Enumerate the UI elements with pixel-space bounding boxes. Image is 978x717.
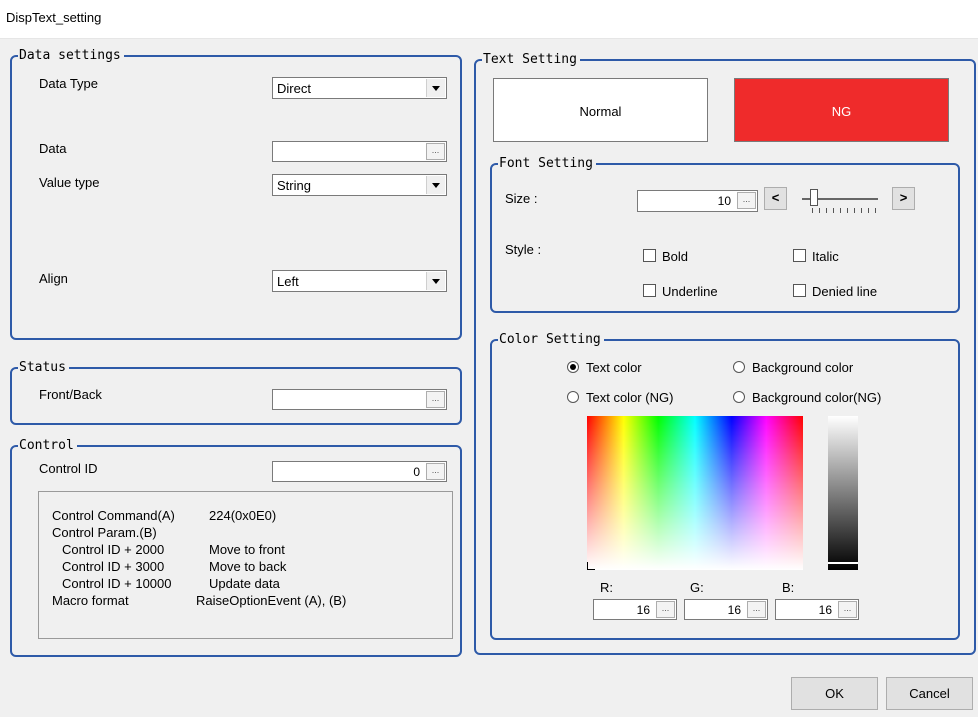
slider-ticks — [812, 208, 878, 213]
data-settings-legend: Data settings — [18, 48, 124, 64]
ellipsis-icon[interactable]: ... — [656, 601, 675, 618]
window-title: DispText_setting — [6, 10, 102, 25]
control-id-value: 0 — [413, 465, 420, 479]
radio-circle[interactable] — [733, 361, 745, 373]
normal-preview-label: Normal — [579, 104, 622, 119]
size-increase-button[interactable]: > — [892, 187, 915, 210]
control-id-label: Control ID — [39, 461, 98, 476]
r-label: R: — [600, 580, 613, 595]
font-setting-group: Font Setting — [490, 156, 960, 313]
chevron-down-icon[interactable] — [426, 176, 445, 194]
control-row-value: RaiseOptionEvent (A), (B) — [196, 593, 347, 608]
control-row-name: Control Param.(B) — [52, 525, 157, 540]
ellipsis-icon[interactable]: ... — [747, 601, 766, 618]
align-value: Left — [277, 274, 299, 289]
ng-preview[interactable]: NG — [734, 78, 949, 142]
radio-text-color-ng[interactable]: Text color (NG) — [567, 390, 673, 405]
data-type-value: Direct — [277, 81, 311, 96]
size-value: 10 — [717, 194, 731, 208]
control-row-name: Control ID + 3000 — [62, 559, 165, 574]
cancel-button[interactable]: Cancel — [886, 677, 973, 710]
color-setting-legend: Color Setting — [498, 332, 604, 348]
ok-button[interactable]: OK — [791, 677, 878, 710]
g-input[interactable]: 16 ... — [684, 599, 768, 620]
color-cursor — [587, 562, 595, 570]
radio-background-color-ng[interactable]: Background color(NG) — [733, 390, 881, 405]
data-type-label: Data Type — [39, 76, 99, 91]
data-input[interactable]: ... — [272, 141, 447, 162]
chevron-down-icon[interactable] — [426, 79, 445, 97]
g-label: G: — [690, 580, 704, 595]
size-input[interactable]: 10 ... — [637, 190, 758, 212]
control-row-value: Update data — [209, 576, 280, 591]
size-label: Size : — [505, 191, 538, 206]
radio-label: Background color(NG) — [752, 390, 882, 405]
radio-label: Text color — [586, 360, 642, 375]
slider-thumb[interactable] — [809, 189, 818, 206]
data-label: Data — [39, 141, 67, 156]
title-bar: DispText_setting — [0, 0, 978, 39]
checkbox-box[interactable] — [643, 284, 656, 297]
data-type-select[interactable]: Direct — [272, 77, 447, 99]
checkbox-box[interactable] — [643, 249, 656, 262]
control-row-value: Move to front — [209, 542, 285, 557]
color-spectrum-picker[interactable] — [587, 416, 803, 570]
denied-line-label: Denied line — [812, 284, 878, 299]
r-input[interactable]: 16 ... — [593, 599, 677, 620]
ellipsis-icon[interactable]: ... — [426, 391, 445, 408]
radio-circle[interactable] — [567, 391, 579, 403]
chevron-down-icon[interactable] — [426, 272, 445, 290]
radio-circle[interactable] — [733, 391, 745, 403]
control-row-name: Control ID + 2000 — [62, 542, 165, 557]
italic-label: Italic — [812, 249, 839, 264]
checkbox-box[interactable] — [793, 249, 806, 262]
bold-label: Bold — [662, 249, 689, 264]
italic-checkbox[interactable]: Italic — [793, 249, 839, 264]
size-decrease-button[interactable]: < — [764, 187, 787, 210]
control-legend: Control — [18, 438, 77, 454]
value-type-value: String — [277, 178, 311, 193]
control-row-name: Control Command(A) — [52, 508, 175, 523]
control-row-name: Control ID + 10000 — [62, 576, 172, 591]
radio-text-color[interactable]: Text color — [567, 360, 642, 375]
b-value: 16 — [818, 603, 832, 617]
normal-preview[interactable]: Normal — [493, 78, 708, 142]
style-label: Style : — [505, 242, 542, 257]
r-value: 16 — [636, 603, 650, 617]
control-row-value: 224(0x0E0) — [209, 508, 277, 523]
checkbox-box[interactable] — [793, 284, 806, 297]
bold-checkbox[interactable]: Bold — [643, 249, 688, 264]
align-label: Align — [39, 271, 68, 286]
value-type-select[interactable]: String — [272, 174, 447, 196]
align-select[interactable]: Left — [272, 270, 447, 292]
control-id-input[interactable]: 0 ... — [272, 461, 447, 482]
b-input[interactable]: 16 ... — [775, 599, 859, 620]
control-row-name: Macro format — [52, 593, 129, 608]
radio-label: Background color — [752, 360, 854, 375]
radio-label: Text color (NG) — [586, 390, 674, 405]
text-setting-legend: Text Setting — [482, 52, 580, 68]
front-back-input[interactable]: ... — [272, 389, 447, 410]
radio-circle[interactable] — [567, 361, 579, 373]
ellipsis-icon[interactable]: ... — [838, 601, 857, 618]
ng-preview-label: NG — [831, 104, 852, 119]
ellipsis-icon[interactable]: ... — [737, 192, 756, 209]
brightness-bar[interactable] — [828, 416, 858, 570]
font-setting-legend: Font Setting — [498, 156, 596, 172]
front-back-label: Front/Back — [39, 387, 102, 402]
value-type-label: Value type — [39, 175, 100, 190]
size-slider[interactable] — [800, 186, 882, 216]
brightness-marker[interactable] — [828, 562, 858, 564]
denied-line-checkbox[interactable]: Denied line — [793, 284, 877, 299]
control-row-value: Move to back — [209, 559, 287, 574]
radio-background-color[interactable]: Background color — [733, 360, 853, 375]
status-legend: Status — [18, 360, 69, 376]
ellipsis-icon[interactable]: ... — [426, 463, 445, 480]
b-label: B: — [782, 580, 795, 595]
underline-label: Underline — [662, 284, 718, 299]
underline-checkbox[interactable]: Underline — [643, 284, 718, 299]
g-value: 16 — [727, 603, 741, 617]
ellipsis-icon[interactable]: ... — [426, 143, 445, 160]
